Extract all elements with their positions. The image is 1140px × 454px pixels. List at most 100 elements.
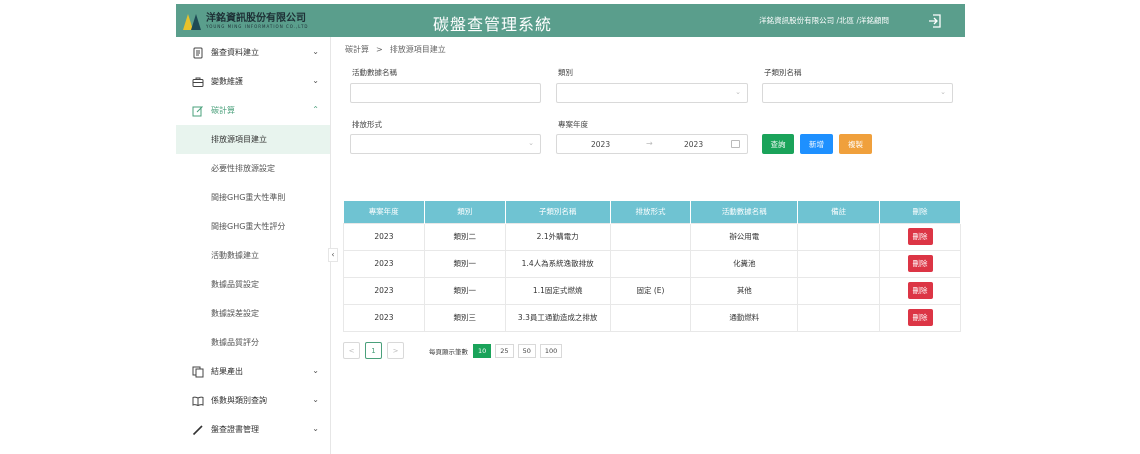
category-select[interactable]: ⌄: [556, 83, 748, 103]
page-button-current[interactable]: 1: [365, 342, 382, 359]
logo-mark-icon: [183, 12, 203, 30]
sidebar: 盤查資料建立 ⌄ 變數維護 ⌄ 碳計算 ⌃ 排放源項目建立 必要性排放源設定 間…: [176, 37, 331, 454]
sidebar-group-results[interactable]: 結果產出 ⌄: [176, 357, 330, 386]
project-year-label: 專案年度: [558, 120, 588, 129]
page-size-label: 每頁顯示筆數: [429, 347, 468, 356]
cell-activity-name: 通勤燃料: [690, 303, 799, 332]
cell-year: 2023: [343, 276, 425, 305]
chevron-down-icon: ⌄: [312, 424, 319, 433]
pagination: < 1 > 每頁顯示筆數 10 25 50 100: [343, 342, 566, 359]
cell-category: 類別三: [423, 303, 506, 332]
edit-icon: [192, 105, 203, 116]
sidebar-item-activity-data[interactable]: 活動數據建立: [176, 241, 330, 270]
project-year-range[interactable]: 2023 → 2023: [556, 134, 748, 154]
cell-emission-type: [609, 303, 692, 332]
query-button[interactable]: 查詢: [762, 134, 794, 154]
add-button[interactable]: 新增: [800, 134, 833, 154]
cell-activity-name: 辦公用電: [690, 222, 799, 251]
chevron-up-icon: ⌃: [312, 105, 319, 114]
activity-name-input[interactable]: [350, 83, 541, 103]
chevron-down-icon: ⌄: [940, 88, 946, 96]
sidebar-group-inventory-data[interactable]: 盤查資料建立 ⌄: [176, 38, 330, 67]
company-logo: 洋銘資訊股份有限公司 YOUNG MING INFORMATION CO.,LT…: [183, 11, 309, 31]
column-header-note: 備註: [797, 201, 881, 223]
cell-activity-name: 其他: [690, 276, 799, 305]
prev-page-button[interactable]: <: [343, 342, 360, 359]
activity-name-label: 活動數據名稱: [352, 68, 397, 77]
subcategory-select[interactable]: ⌄: [762, 83, 953, 103]
column-header-emission-type: 排放形式: [610, 201, 692, 223]
sidebar-item-required-source[interactable]: 必要性排放源設定: [176, 154, 330, 183]
cell-emission-type: [609, 249, 692, 278]
sidebar-item-quality-setting[interactable]: 數據品質設定: [176, 270, 330, 299]
cell-note: [797, 222, 881, 251]
calendar-icon: [731, 140, 740, 148]
sidebar-item-ghg-criteria[interactable]: 間接GHG重大性準則: [176, 183, 330, 212]
year-start-value[interactable]: 2023: [591, 140, 610, 149]
sidebar-item-error-setting[interactable]: 數據誤差設定: [176, 299, 330, 328]
cell-note: [797, 276, 881, 305]
logout-icon[interactable]: [927, 13, 943, 29]
cell-subcategory: 3.3員工通勤造成之排放: [504, 303, 611, 332]
cell-activity-name: 化糞池: [690, 249, 799, 278]
chevron-down-icon: ⌄: [312, 366, 319, 375]
cell-subcategory: 2.1外購電力: [504, 222, 611, 251]
table-row: 2023 類別一 1.1固定式燃燒 固定 (E) 其他 刪除: [343, 276, 961, 305]
briefcase-icon: [192, 77, 204, 87]
delete-button[interactable]: 刪除: [907, 228, 933, 245]
sidebar-group-carbon-calc[interactable]: 碳計算 ⌃: [176, 96, 330, 125]
cell-category: 類別一: [423, 276, 506, 305]
copy-button[interactable]: 複製: [839, 134, 872, 154]
column-header-subcategory: 子類別名稱: [505, 201, 611, 223]
app-window: 洋銘資訊股份有限公司 YOUNG MING INFORMATION CO.,LT…: [176, 4, 965, 454]
sidebar-group-certificate[interactable]: 盤查證書管理 ⌄: [176, 415, 330, 444]
chevron-down-icon: ⌄: [528, 139, 534, 147]
table-row: 2023 類別二 2.1外購電力 辦公用電 刪除: [343, 222, 961, 251]
chevron-down-icon: ⌄: [312, 47, 319, 56]
main-content: 碳計算 > 排放源項目建立 活動數據名稱 類別 ⌄ 子類別名稱 ⌄ 排放形式 ⌄ 專…: [331, 37, 965, 454]
page-size-25[interactable]: 25: [495, 343, 514, 358]
sidebar-item-quality-score[interactable]: 數據品質評分: [176, 328, 330, 357]
page-size-50[interactable]: 50: [517, 343, 536, 358]
next-page-button[interactable]: >: [387, 342, 404, 359]
page-size-100[interactable]: 100: [539, 343, 563, 358]
column-header-delete: 刪除: [879, 201, 961, 223]
column-header-year: 專案年度: [343, 201, 425, 223]
table-row: 2023 類別一 1.4人為系統逸散排放 化糞池 刪除: [343, 249, 961, 278]
subcategory-label: 子類別名稱: [764, 68, 802, 77]
sidebar-group-label: 碳計算: [211, 106, 235, 115]
sidebar-group-label: 結果產出: [211, 367, 243, 376]
cell-category: 類別二: [423, 222, 506, 251]
cell-year: 2023: [343, 222, 425, 251]
sidebar-item-ghg-score[interactable]: 間接GHG重大性評分: [176, 212, 330, 241]
breadcrumb: 碳計算 > 排放源項目建立: [345, 44, 446, 55]
sidebar-group-variables[interactable]: 變數維護 ⌄: [176, 67, 330, 96]
cell-delete: 刪除: [879, 249, 961, 278]
cell-delete: 刪除: [879, 303, 961, 332]
top-header: 洋銘資訊股份有限公司 YOUNG MING INFORMATION CO.,LT…: [176, 4, 965, 37]
category-label: 類別: [558, 68, 573, 77]
sidebar-group-label: 係數與類別查詢: [211, 396, 267, 405]
delete-button[interactable]: 刪除: [907, 255, 933, 272]
table-header-row: 專案年度 類別 子類別名稱 排放形式 活動數據名稱 備註 刪除: [343, 201, 961, 223]
emission-type-label: 排放形式: [352, 120, 382, 129]
cell-subcategory: 1.4人為系統逸散排放: [504, 249, 611, 278]
page-size-10[interactable]: 10: [473, 343, 492, 358]
cell-subcategory: 1.1固定式燃燒: [504, 276, 611, 305]
book-icon: [192, 396, 204, 406]
breadcrumb-separator: >: [376, 45, 383, 54]
pen-icon: [192, 424, 203, 435]
table-row: 2023 類別三 3.3員工通勤造成之排放 通勤燃料 刪除: [343, 303, 961, 332]
year-end-value[interactable]: 2023: [684, 140, 703, 149]
sidebar-group-label: 變數維護: [211, 77, 243, 86]
emission-type-select[interactable]: ⌄: [350, 134, 541, 154]
sidebar-group-factor-query[interactable]: 係數與類別查詢 ⌄: [176, 386, 330, 415]
arrow-right-icon: →: [646, 139, 653, 148]
delete-button[interactable]: 刪除: [907, 282, 933, 299]
cell-note: [797, 303, 881, 332]
chevron-down-icon: ⌄: [312, 395, 319, 404]
delete-button[interactable]: 刪除: [907, 309, 933, 326]
sidebar-item-emission-source[interactable]: 排放源項目建立: [176, 125, 330, 154]
column-header-category: 類別: [424, 201, 506, 223]
breadcrumb-parent[interactable]: 碳計算: [345, 45, 369, 54]
